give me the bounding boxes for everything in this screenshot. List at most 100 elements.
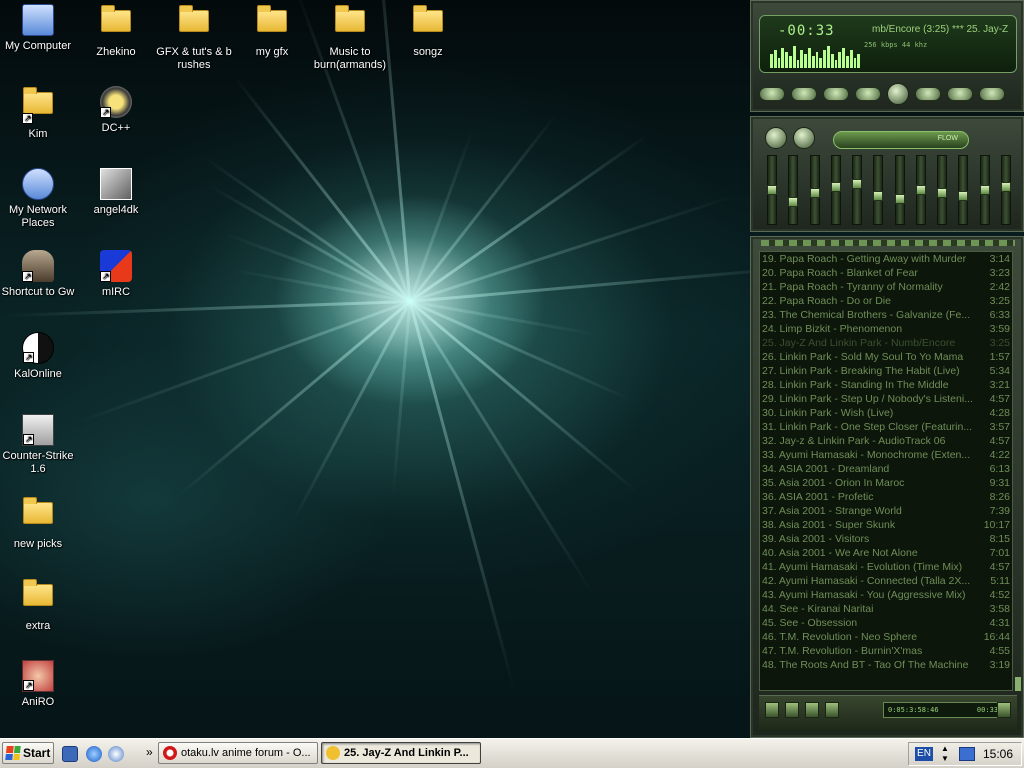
eq-band-slider[interactable] <box>809 155 820 225</box>
desktop-icon[interactable]: ↗ Kim <box>0 86 76 141</box>
network-tray-icon[interactable] <box>959 747 975 761</box>
eq-slider-handle[interactable] <box>873 191 884 201</box>
desktop-icon[interactable]: Music to burn(armands) <box>312 4 388 72</box>
winamp-playlist-window[interactable]: 19. Papa Roach - Getting Away with Murde… <box>750 236 1024 738</box>
desktop-icon[interactable]: ↗ DC++ <box>78 86 154 135</box>
eq-band-slider[interactable] <box>830 155 841 225</box>
volume-knob[interactable] <box>887 83 909 105</box>
playlist-titlebar[interactable] <box>761 240 1015 246</box>
winamp-equalizer[interactable]: FLOW <box>750 116 1024 232</box>
playlist-item[interactable]: 29. Linkin Park - Step Up / Nobody's Lis… <box>760 392 1012 406</box>
desktop-icon[interactable]: ↗ mIRC <box>78 250 154 299</box>
desktop-icon[interactable]: extra <box>0 578 76 633</box>
playlist-item[interactable]: 36. ASIA 2001 - Profetic 8:26 <box>760 490 1012 504</box>
playlist-item[interactable]: 44. See - Kiranai Naritai 3:58 <box>760 602 1012 616</box>
eq-band-slider[interactable] <box>873 155 884 225</box>
playlist-misc-button[interactable] <box>825 702 839 718</box>
playlist-list-button[interactable] <box>997 702 1011 718</box>
desktop-icon[interactable]: GFX & tut's & b rushes <box>156 4 232 72</box>
winamp-main-window[interactable]: -00:33 mb/Encore (3:25) *** 25. Jay-Z 25… <box>750 0 1024 112</box>
playlist-item[interactable]: 33. Ayumi Hamasaki - Monochrome (Exten..… <box>760 448 1012 462</box>
eq-power-knob[interactable] <box>765 127 787 149</box>
desktop-icon[interactable]: new picks <box>0 496 76 551</box>
pause-button[interactable] <box>823 87 849 101</box>
shuffle-button[interactable] <box>979 87 1005 101</box>
playlist-item[interactable]: 39. Asia 2001 - Visitors 8:15 <box>760 532 1012 546</box>
eq-auto-knob[interactable] <box>793 127 815 149</box>
playlist-item[interactable]: 27. Linkin Park - Breaking The Habit (Li… <box>760 364 1012 378</box>
playlist-item[interactable]: 19. Papa Roach - Getting Away with Murde… <box>760 252 1012 266</box>
eq-band-slider[interactable] <box>979 155 990 225</box>
eject-button[interactable] <box>947 87 973 101</box>
language-indicator[interactable]: EN <box>915 747 933 761</box>
show-desktop-icon[interactable] <box>62 746 78 762</box>
playlist-item[interactable]: 37. Asia 2001 - Strange World 7:39 <box>760 504 1012 518</box>
eq-band-slider[interactable] <box>852 155 863 225</box>
playlist-item[interactable]: 46. T.M. Revolution - Neo Sphere 16:44 <box>760 630 1012 644</box>
eq-slider-handle[interactable] <box>1000 182 1011 192</box>
desktop-icon[interactable]: Zhekino <box>78 4 154 59</box>
playlist-item[interactable]: 31. Linkin Park - One Step Closer (Featu… <box>760 420 1012 434</box>
eq-preamp-slider[interactable] <box>767 155 777 225</box>
winamp-player[interactable]: -00:33 mb/Encore (3:25) *** 25. Jay-Z 25… <box>750 0 1024 738</box>
internet-explorer-icon[interactable] <box>86 746 102 762</box>
desktop-icon[interactable]: ↗ AniRO <box>0 660 76 709</box>
playlist-item[interactable]: 28. Linkin Park - Standing In The Middle… <box>760 378 1012 392</box>
playlist-remove-button[interactable] <box>785 702 799 718</box>
playlist-item[interactable]: 40. Asia 2001 - We Are Not Alone 7:01 <box>760 546 1012 560</box>
eq-slider-handle[interactable] <box>830 182 841 192</box>
playlist-item[interactable]: 42. Ayumi Hamasaki - Connected (Talla 2X… <box>760 574 1012 588</box>
taskbar-button-browser[interactable]: otaku.lv anime forum - O... <box>158 742 318 764</box>
desktop-icon[interactable]: My Network Places <box>0 168 76 230</box>
next-button[interactable] <box>915 87 941 101</box>
playlist-item[interactable]: 30. Linkin Park - Wish (Live) 4:28 <box>760 406 1012 420</box>
quicklaunch-chevron-icon[interactable]: » <box>146 745 153 759</box>
desktop-icon[interactable]: My Computer <box>0 4 76 53</box>
desktop-icon[interactable]: ↗ Shortcut to Gw <box>0 250 76 299</box>
eq-slider-handle[interactable] <box>894 194 905 204</box>
play-button[interactable] <box>791 87 817 101</box>
playlist-item[interactable]: 20. Papa Roach - Blanket of Fear 3:23 <box>760 266 1012 280</box>
clock[interactable]: 15:06 <box>983 747 1013 761</box>
eq-band-slider[interactable] <box>894 155 905 225</box>
eq-preset-bar[interactable]: FLOW <box>833 131 969 149</box>
eq-slider-handle[interactable] <box>937 188 948 198</box>
playlist-item[interactable]: 45. See - Obsession 4:31 <box>760 616 1012 630</box>
playlist-item[interactable]: 21. Papa Roach - Tyranny of Normality 2:4… <box>760 280 1012 294</box>
playlist-scrollbar-thumb[interactable] <box>1015 677 1021 691</box>
previous-button[interactable] <box>759 87 785 101</box>
desktop-icon[interactable]: ↗ Counter-Strike 1.6 <box>0 414 76 476</box>
eq-slider-handle[interactable] <box>809 188 820 198</box>
winamp-visualizer[interactable] <box>770 46 861 68</box>
desktop-icon[interactable]: my gfx <box>234 4 310 59</box>
tray-expand-icon[interactable]: ▲ ▼ <box>941 744 949 764</box>
desktop-icon[interactable]: angel4dk <box>78 168 154 217</box>
playlist-item[interactable]: 35. Asia 2001 - Orion In Maroc 9:31 <box>760 476 1012 490</box>
stop-button[interactable] <box>855 87 881 101</box>
eq-slider-handle[interactable] <box>852 179 863 189</box>
playlist[interactable]: 19. Papa Roach - Getting Away with Murde… <box>759 251 1013 691</box>
playlist-item[interactable]: 38. Asia 2001 - Super Skunk 10:17 <box>760 518 1012 532</box>
playlist-item[interactable]: 22. Papa Roach - Do or Die 3:25 <box>760 294 1012 308</box>
eq-band-slider[interactable] <box>915 155 926 225</box>
eq-slider-handle[interactable] <box>788 197 799 207</box>
playlist-select-button[interactable] <box>805 702 819 718</box>
start-button[interactable]: Start <box>2 742 54 764</box>
playlist-add-button[interactable] <box>765 702 779 718</box>
eq-band-slider[interactable] <box>1000 155 1011 225</box>
playlist-item[interactable]: 43. Ayumi Hamasaki - You (Aggressive Mix… <box>760 588 1012 602</box>
playlist-item[interactable]: 41. Ayumi Hamasaki - Evolution (Time Mix… <box>760 560 1012 574</box>
taskbar-button-winamp[interactable]: 25. Jay-Z And Linkin P... <box>321 742 481 764</box>
eq-slider-handle[interactable] <box>958 191 969 201</box>
playlist-item[interactable]: 24. Limp Bizkit - Phenomenon 3:59 <box>760 322 1012 336</box>
eq-slider-handle[interactable] <box>915 185 926 195</box>
desktop-icon[interactable]: songz <box>390 4 466 59</box>
eq-slider-handle[interactable] <box>767 185 777 195</box>
desktop-icon[interactable]: ↗ KalOnline <box>0 332 76 381</box>
eq-slider-handle[interactable] <box>979 185 990 195</box>
playlist-item[interactable]: 48. The Roots And BT - Tao Of The Machin… <box>760 658 1012 672</box>
winamp-time-display[interactable]: -00:33 <box>778 23 835 39</box>
playlist-item[interactable]: 47. T.M. Revolution - Burnin'X'mas 4:55 <box>760 644 1012 658</box>
media-player-icon[interactable] <box>108 746 124 762</box>
eq-band-slider[interactable] <box>788 155 799 225</box>
